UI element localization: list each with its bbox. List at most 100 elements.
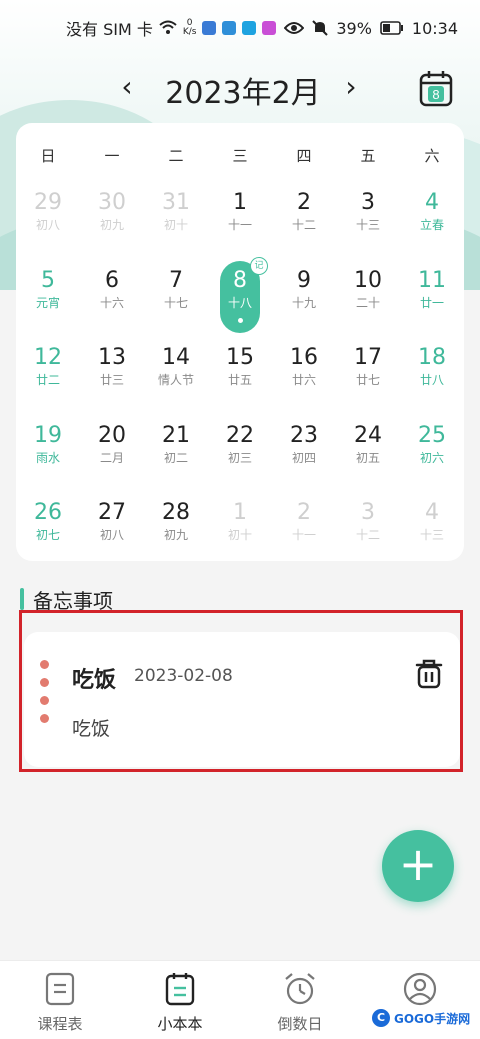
day-lunar-label: 廿一 [419,295,444,310]
calendar-day[interactable]: 12 廿二 [16,340,80,418]
day-lunar-label: 初二 [163,450,188,465]
calendar-day[interactable]: 1 初十 [208,495,272,573]
weekday-label: 六 [424,147,440,165]
battery-icon [380,21,403,35]
weekday-label: 日 [40,147,56,165]
calendar-day[interactable]: 3 十二 [336,495,400,573]
weekday-label: 五 [360,147,376,165]
day-number: 16 [290,345,318,370]
day-number: 14 [162,345,190,370]
calendar-day[interactable]: 3 十三 [336,185,400,263]
day-lunar-label: 初九 [163,528,188,542]
clock-time: 10:34 [411,18,458,38]
search-notification-icon [242,21,257,35]
day-lunar-label: 二十 [355,295,380,310]
calendar-day[interactable]: 4 十三 [400,495,464,573]
calendar-day[interactable]: 24 初五 [336,418,400,496]
day-lunar-label: 廿七 [355,373,380,387]
day-lunar-label: 立春 [419,218,444,232]
calendar-card: 日 一 二 三 四 五 六 29 初八 30 初九 31 初十 1 十一 2 十二 3 十三 4 立春 5 元… [16,123,464,561]
calendar-day[interactable]: 27 初八 [80,495,144,573]
chevron-left-icon[interactable]: ‹ [112,70,142,104]
calendar-day[interactable]: 10 二十 [336,263,400,341]
calendar-day[interactable]: 6 十六 [80,263,144,341]
day-lunar-label: 十七 [163,295,188,310]
day-number: 31 [162,190,190,215]
day-number: 4 [425,190,439,215]
calendar-day[interactable]: 26 初七 [16,495,80,573]
calendar-day[interactable]: 30 初九 [80,185,144,263]
calendar-day[interactable]: 16 廿六 [272,340,336,418]
calendar-today-button[interactable]: 8 [418,68,454,108]
calendar-day[interactable]: 4 立春 [400,185,464,263]
weekday-label: 二 [168,147,184,165]
calendar-day[interactable]: 5 元宵 [16,263,80,341]
calendar-day[interactable]: 19 雨水 [16,418,80,496]
day-lunar-label: 初十 [227,528,252,542]
calendar-day[interactable]: 18 廿八 [400,340,464,418]
day-lunar-label: 廿六 [291,373,316,387]
day-lunar-label: 廿五 [227,373,252,387]
day-number: 28 [162,500,190,525]
calendar-day[interactable]: 23 初四 [272,418,336,496]
day-lunar-label: 初六 [419,450,444,465]
add-memo-button[interactable]: + [382,830,454,902]
calendar-day[interactable]: 2 十一 [272,495,336,573]
day-lunar-label: 十六 [99,295,124,310]
day-lunar-label: 廿八 [419,373,444,387]
day-lunar-label: 十一 [291,528,316,542]
calendar-day[interactable]: 29 初八 [16,185,80,263]
watermark-text: GOGO手游网 [394,1011,471,1026]
calendar-day[interactable]: 22 初三 [208,418,272,496]
watermark: C GOGO手游网 [372,1006,472,1030]
alarm-clock-icon [285,973,315,1005]
day-lunar-label: 十三 [419,528,444,542]
day-number: 6 [105,267,119,293]
calendar-day[interactable]: 11 廿一 [400,263,464,341]
calendar-day[interactable]: 13 廿三 [80,340,144,418]
day-lunar-label: 雨水 [35,450,60,465]
nav-item-countdown[interactable]: 倒数日 [240,961,360,1039]
calendar-day[interactable]: 7 十七 [144,263,208,341]
speed-unit: K/s [182,27,197,37]
calendar-day[interactable]: 15 廿五 [208,340,272,418]
battery-percent: 39% [336,18,372,38]
status-left: 没有 SIM 卡 0 K/s [66,16,277,40]
day-lunar-label: 十二 [355,528,380,542]
day-lunar-label: 初九 [99,218,124,232]
calendar-day[interactable]: 14 情人节 [144,340,208,418]
network-speed: 0 K/s [183,19,197,37]
calendar-day[interactable]: 9 十九 [272,263,336,341]
day-lunar-label: 初七 [35,528,60,542]
calendar-day[interactable]: 17 廿七 [336,340,400,418]
chevron-right-icon[interactable]: › [336,70,366,104]
day-lunar-label: 初八 [99,528,124,542]
day-lunar-label: 初十 [163,218,188,232]
day-number: 21 [162,422,190,448]
day-number: 5 [41,267,55,293]
nav-item-schedule[interactable]: 课程表 [0,961,120,1039]
day-number: 10 [354,267,382,293]
calendar-day[interactable]: 21 初二 [144,418,208,496]
month-title: 2023年2月 [165,76,321,111]
calendar-day[interactable]: 25 初六 [400,418,464,496]
day-number: 22 [226,422,254,448]
calendar-day[interactable]: 31 初十 [144,185,208,263]
calendar-day-selected[interactable]: 8 十八记 [208,256,272,341]
day-lunar-label: 元宵 [35,295,60,310]
day-lunar-label: 十一 [227,218,252,232]
day-number: 19 [34,422,62,448]
status-right: 39% 10:34 [284,19,458,38]
nav-item-notebook[interactable]: 小本本 [120,961,240,1039]
calendar-day[interactable]: 1 十一 [208,185,272,263]
day-lunar-label: 二月 [99,450,124,465]
day-number: 25 [418,422,446,448]
day-number: 30 [98,190,126,215]
calendar-day[interactable]: 28 初九 [144,495,208,573]
calendar-day[interactable]: 2 十二 [272,185,336,263]
calendar-day[interactable]: 20 二月 [80,418,144,496]
month-navigation: ‹ 2023年2月 › 8 [0,64,480,114]
days-grid: 29 初八 30 初九 31 初十 1 十一 2 十二 3 十三 4 立春 5 元宵 6 十六 7 十七 8 十八记 9 十九… [16,185,464,573]
day-number: 3 [361,500,375,525]
weekday-label: 四 [296,147,312,165]
